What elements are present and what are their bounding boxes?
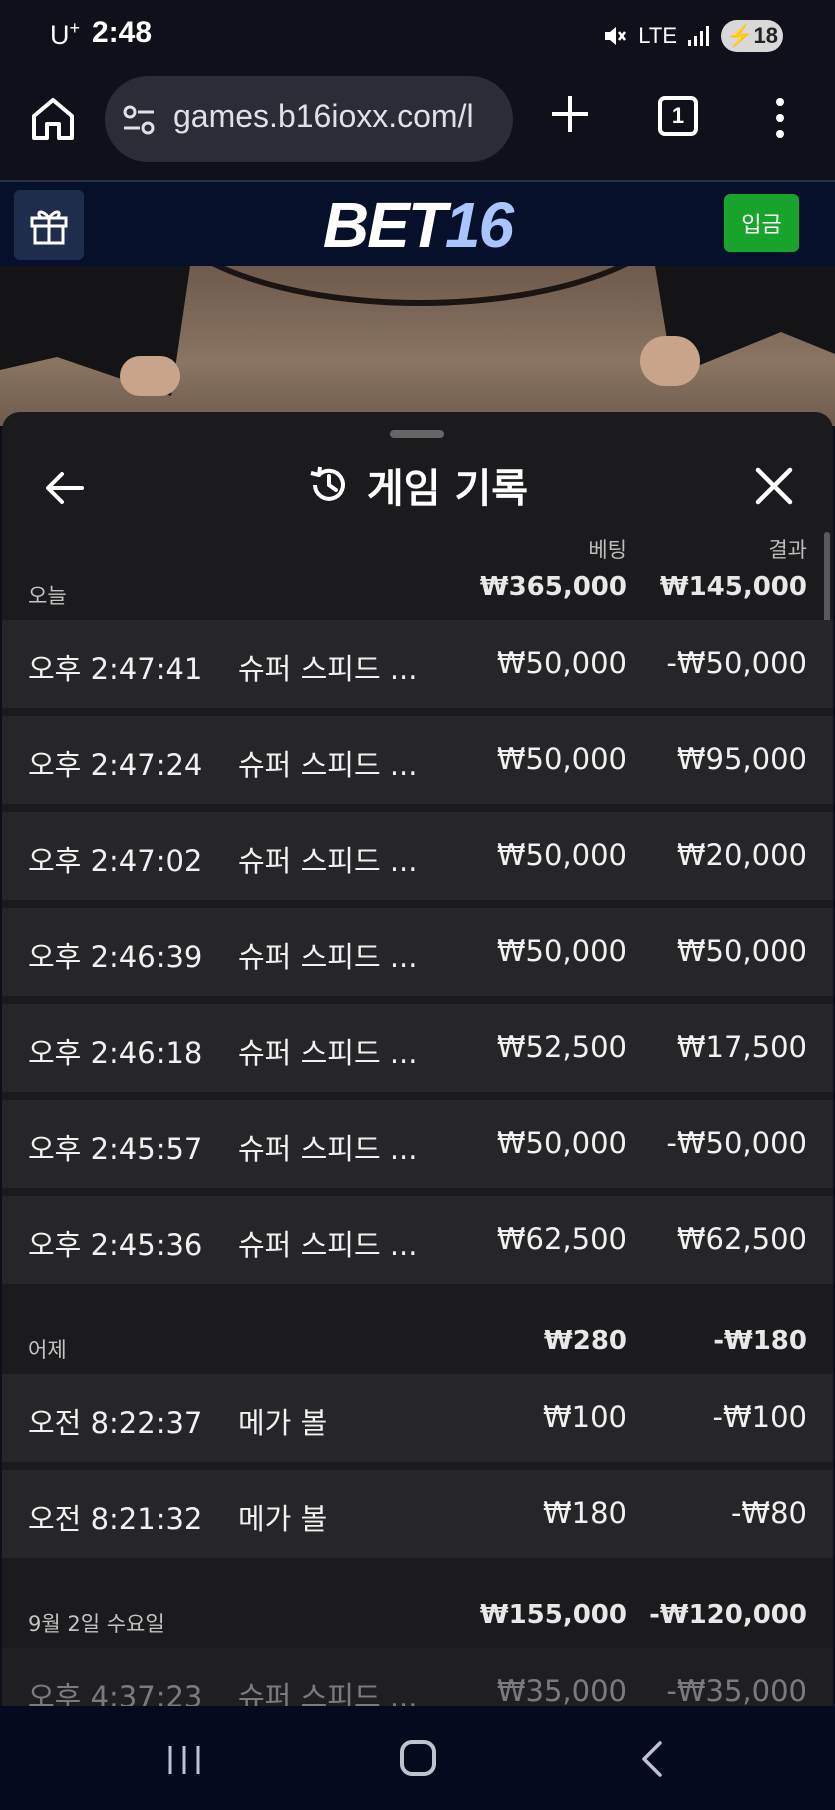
group-result-total: ₩145,000 — [659, 572, 807, 602]
clock: 2:48 — [92, 16, 153, 49]
group-result-total: -₩180 — [713, 1326, 807, 1356]
video-dealer-hand-right — [640, 336, 700, 386]
drag-handle[interactable] — [390, 430, 444, 438]
row-bet: ₩52,500 — [496, 1030, 627, 1064]
row-game: 슈퍼 스피드 ... — [238, 1680, 418, 1706]
row-time: 오후 2:45:57 — [28, 1132, 203, 1166]
signal-icon — [688, 26, 709, 46]
row-game: 메가 볼 — [238, 1502, 328, 1536]
address-bar[interactable]: games.b16ioxx.com/l — [105, 76, 513, 162]
row-result: ₩17,500 — [676, 1030, 807, 1064]
home-icon[interactable] — [28, 94, 78, 144]
row-bet: ₩50,000 — [496, 646, 627, 680]
row-game: 슈퍼 스피드 ... — [238, 940, 418, 974]
recent-apps-icon[interactable] — [166, 1744, 202, 1776]
row-result: -₩100 — [712, 1400, 808, 1434]
column-header-result: 결과 — [768, 538, 807, 562]
row-time: 오후 2:47:24 — [28, 748, 203, 782]
group-bet-total: ₩365,000 — [479, 572, 627, 602]
row-time: 오후 2:46:18 — [28, 1036, 203, 1070]
site-settings-icon[interactable] — [121, 102, 157, 138]
row-bet: ₩62,500 — [496, 1222, 627, 1256]
home-nav-icon[interactable] — [400, 1740, 436, 1776]
row-game: 메가 볼 — [238, 1406, 328, 1440]
status-bar: U+ 2:48 LTE ⚡ 18 — [0, 0, 835, 72]
more-menu-icon[interactable] — [768, 96, 792, 140]
group-label-today: 오늘 — [28, 584, 67, 608]
row-bet: ₩50,000 — [496, 1126, 627, 1160]
group-label-yesterday: 어제 — [28, 1338, 67, 1362]
video-dealer-hand-left — [120, 356, 180, 396]
row-result: -₩35,000 — [666, 1674, 807, 1706]
row-time: 오후 2:46:39 — [28, 940, 203, 974]
group-label-date: 9월 2일 수요일 — [28, 1612, 165, 1636]
carrier-label: U+ — [50, 18, 81, 50]
row-bet: ₩50,000 — [496, 838, 627, 872]
tab-switcher-button[interactable]: 1 — [658, 96, 698, 136]
row-game: 슈퍼 스피드 ... — [238, 1036, 418, 1070]
new-tab-icon[interactable] — [548, 92, 592, 136]
row-bet: ₩50,000 — [496, 934, 627, 968]
row-result: -₩50,000 — [666, 1126, 807, 1160]
row-time: 오후 4:37:23 — [28, 1680, 203, 1706]
group-bet-total: ₩155,000 — [479, 1600, 627, 1630]
history-row[interactable]: 오후 4:37:23 슈퍼 스피드 ... ₩35,000 -₩35,000 — [2, 1648, 833, 1706]
history-row[interactable]: 오후 2:47:24 슈퍼 스피드 ... ₩50,000 ₩95,000 — [2, 716, 833, 804]
battery-indicator: ⚡ 18 — [721, 20, 783, 52]
video-table-edge — [150, 266, 690, 306]
row-bet: ₩100 — [542, 1400, 627, 1434]
site-header: BET16 입금 — [0, 180, 835, 266]
game-history-panel: 게임 기록 베팅 결과 오늘 ₩365,000 ₩145,000 오후 2:47… — [2, 412, 833, 1706]
charging-icon: ⚡ — [726, 23, 754, 48]
history-row[interactable]: 오후 2:46:18 슈퍼 스피드 ... ₩52,500 ₩17,500 — [2, 1004, 833, 1092]
row-bet: ₩50,000 — [496, 742, 627, 776]
back-nav-icon[interactable] — [640, 1740, 664, 1778]
row-game: 슈퍼 스피드 ... — [238, 748, 418, 782]
row-game: 슈퍼 스피드 ... — [238, 1132, 418, 1166]
row-bet: ₩180 — [542, 1496, 627, 1530]
row-result: -₩50,000 — [666, 646, 807, 680]
deposit-button[interactable]: 입금 — [724, 194, 799, 252]
panel-title: 게임 기록 — [366, 466, 529, 512]
history-row[interactable]: 오후 2:45:57 슈퍼 스피드 ... ₩50,000 -₩50,000 — [2, 1100, 833, 1188]
row-game: 슈퍼 스피드 ... — [238, 652, 418, 686]
row-time: 오후 2:45:36 — [28, 1228, 203, 1262]
row-time: 오전 8:21:32 — [28, 1502, 203, 1536]
row-result: ₩50,000 — [676, 934, 807, 968]
browser-toolbar: games.b16ioxx.com/l 1 — [0, 72, 835, 180]
status-icons: LTE ⚡ 18 — [602, 20, 783, 52]
site-logo[interactable]: BET16 — [0, 188, 835, 262]
row-time: 오후 2:47:02 — [28, 844, 203, 878]
row-result: ₩95,000 — [676, 742, 807, 776]
history-icon — [310, 466, 345, 501]
history-row[interactable]: 오후 2:47:02 슈퍼 스피드 ... ₩50,000 ₩20,000 — [2, 812, 833, 900]
panel-header: 게임 기록 — [2, 456, 833, 514]
history-row[interactable]: 오후 2:46:39 슈퍼 스피드 ... ₩50,000 ₩50,000 — [2, 908, 833, 996]
history-row[interactable]: 오후 2:47:41 슈퍼 스피드 ... ₩50,000 -₩50,000 — [2, 620, 833, 708]
network-type: LTE — [638, 23, 677, 48]
column-header-bet: 베팅 — [588, 538, 627, 562]
live-video-backdrop — [0, 266, 835, 426]
row-time: 오전 8:22:37 — [28, 1406, 203, 1440]
history-row[interactable]: 오전 8:21:32 메가 볼 ₩180 -₩80 — [2, 1470, 833, 1558]
row-bet: ₩35,000 — [496, 1674, 627, 1706]
system-navigation-bar — [0, 1706, 835, 1810]
row-game: 슈퍼 스피드 ... — [238, 844, 418, 878]
group-result-total: -₩120,000 — [649, 1600, 807, 1630]
row-game: 슈퍼 스피드 ... — [238, 1228, 418, 1262]
group-bet-total: ₩280 — [544, 1326, 627, 1356]
row-time: 오후 2:47:41 — [28, 652, 203, 686]
close-icon[interactable] — [754, 466, 794, 506]
row-result: ₩62,500 — [676, 1222, 807, 1256]
mute-icon — [605, 27, 627, 45]
row-result: -₩80 — [730, 1496, 807, 1530]
url-text[interactable]: games.b16ioxx.com/l — [173, 98, 474, 135]
history-row[interactable]: 오전 8:22:37 메가 볼 ₩100 -₩100 — [2, 1374, 833, 1462]
row-result: ₩20,000 — [676, 838, 807, 872]
history-row[interactable]: 오후 2:45:36 슈퍼 스피드 ... ₩62,500 ₩62,500 — [2, 1196, 833, 1284]
